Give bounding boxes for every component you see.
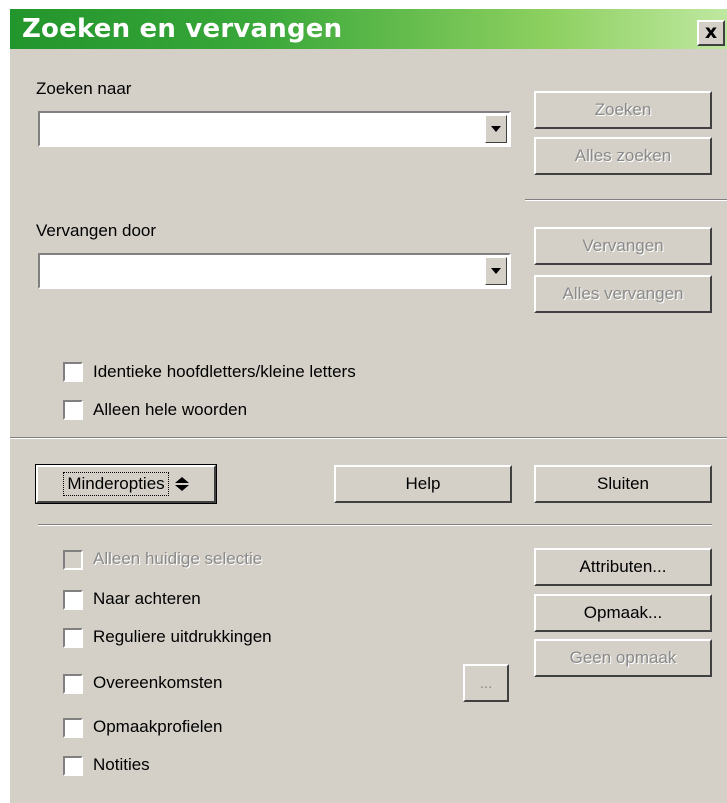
replace-all-button[interactable]: Alles vervangen [534, 275, 712, 313]
lower-separator [38, 524, 712, 526]
whole-words-checkbox[interactable] [63, 400, 83, 420]
title-bar[interactable]: Zoeken en vervangen x [10, 9, 727, 49]
chevron-up-down-icon [174, 477, 189, 491]
search-label: Zoeken naar [36, 79, 132, 98]
right-separator [525, 199, 727, 201]
replace-button[interactable]: Vervangen [534, 227, 712, 265]
similarity-label: Overeenkomsten [93, 673, 223, 692]
fewer-options-button[interactable]: Minderopties [35, 464, 217, 504]
attributes-button-label: Attributen... [579, 557, 667, 576]
styles-label: Opmaakprofielen [93, 717, 223, 736]
backwards-checkbox[interactable] [63, 590, 83, 610]
regex-label: Reguliere uitdrukkingen [93, 627, 272, 646]
chevron-down-icon [491, 268, 501, 274]
backwards-label: Naar achteren [93, 589, 201, 608]
search-dropdown-button[interactable] [485, 115, 507, 143]
whole-words-label: Alleen hele woorden [93, 400, 248, 419]
fewer-options-focus: Minderopties [63, 472, 169, 496]
main-separator [10, 437, 727, 439]
styles-checkbox[interactable] [63, 718, 83, 738]
find-button-label: Zoeken [594, 100, 652, 119]
close-dialog-button-label: Sluiten [597, 474, 649, 493]
replace-combobox[interactable] [38, 253, 511, 289]
notes-label: Notities [93, 755, 150, 774]
help-button-label: Help [405, 474, 441, 493]
chevron-down-icon [491, 126, 501, 132]
regex-checkbox[interactable] [63, 628, 83, 648]
format-button-label: Opmaak... [583, 603, 663, 622]
search-combobox[interactable] [38, 111, 511, 147]
fewer-options-label: Minderopties [67, 474, 165, 493]
match-case-checkbox[interactable] [63, 362, 83, 382]
no-format-button[interactable]: Geen opmaak [534, 639, 712, 677]
similarity-dots-label: ... [479, 674, 493, 692]
current-selection-label: Alleen huidige selectie [93, 549, 263, 568]
close-dialog-button[interactable]: Sluiten [534, 465, 712, 503]
attributes-button[interactable]: Attributen... [534, 548, 712, 586]
close-button[interactable]: x [697, 20, 725, 46]
dialog-title: Zoeken en vervangen [22, 14, 343, 44]
similarity-settings-button[interactable]: ... [463, 664, 509, 702]
close-icon: x [704, 21, 718, 43]
help-button[interactable]: Help [334, 465, 512, 503]
find-all-button-label: Alles zoeken [574, 146, 672, 165]
replace-button-label: Vervangen [582, 236, 664, 255]
find-replace-dialog: Zoeken en vervangen x Zoeken naar Zoeken… [9, 9, 727, 803]
replace-all-button-label: Alles vervangen [562, 284, 684, 303]
no-format-button-label: Geen opmaak [569, 648, 677, 667]
format-button[interactable]: Opmaak... [534, 594, 712, 632]
find-button[interactable]: Zoeken [534, 91, 712, 129]
find-all-button[interactable]: Alles zoeken [534, 137, 712, 175]
similarity-checkbox[interactable] [63, 674, 83, 694]
replace-label: Vervangen door [36, 221, 157, 240]
current-selection-checkbox[interactable] [63, 550, 83, 570]
match-case-label: Identieke hoofdletters/kleine letters [93, 362, 356, 381]
notes-checkbox[interactable] [63, 756, 83, 776]
replace-dropdown-button[interactable] [485, 257, 507, 285]
